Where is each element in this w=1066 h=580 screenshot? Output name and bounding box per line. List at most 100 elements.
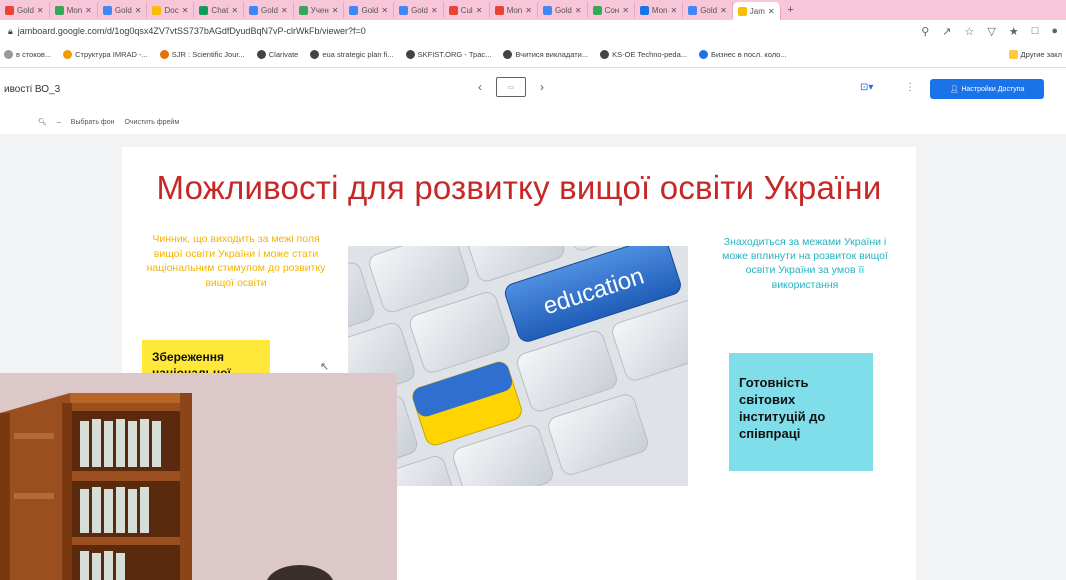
text-note-left[interactable]: Чинник, що виходить за межі поля вищої о…: [146, 232, 326, 291]
jamboard-favicon-icon: [737, 6, 747, 16]
tab-close-icon[interactable]: ✕: [768, 7, 775, 16]
next-frame-icon[interactable]: ›: [540, 80, 544, 94]
share-page-icon[interactable]: ↗: [942, 25, 951, 38]
jam-title[interactable]: ивості ВО_3: [4, 84, 60, 95]
bookmark-favicon-icon: [503, 50, 513, 59]
bookmark-favicon-icon: [699, 50, 709, 59]
browser-tab[interactable]: Сhat ✕: [194, 2, 245, 18]
tab-close-icon[interactable]: ✕: [231, 6, 238, 15]
person-icon: 👤︎: [949, 86, 959, 93]
keyboard-education-image[interactable]: education: [348, 246, 688, 486]
tab-close-icon[interactable]: ✕: [622, 6, 629, 15]
address-bar-actions: ⚲ ↗ ☆ ▽ ★ □ ●: [921, 25, 1058, 38]
tab-favicon-icon: [349, 5, 359, 15]
browser-tab[interactable]: Gold ✕: [0, 2, 50, 18]
tab-close-icon[interactable]: ✕: [85, 6, 92, 15]
clear-frame-button[interactable]: Очистить фрейм: [124, 119, 179, 126]
sidebar-icon[interactable]: □: [1032, 25, 1039, 38]
bookmark-item[interactable]: Структура IMRAD -...: [63, 50, 148, 59]
browser-tab[interactable]: Mon ✕: [635, 2, 684, 18]
bookmark-favicon-icon: [4, 50, 13, 59]
url-field[interactable]: 🔒︎ jamboard.google.com/d/1og0qsx4ZV7vtSS…: [8, 26, 921, 37]
tab-favicon-icon: [688, 5, 698, 15]
other-bookmarks-folder[interactable]: Другие закл: [1008, 50, 1062, 59]
browser-tab[interactable]: Cul ✕: [444, 2, 490, 18]
tab-label: Gold: [700, 5, 718, 15]
tab-close-icon[interactable]: ✕: [670, 6, 677, 15]
bookmark-item[interactable]: SJR : Scientific Jour...: [159, 50, 245, 59]
browser-tab[interactable]: Mon ✕: [490, 2, 538, 18]
tab-close-icon[interactable]: ✕: [135, 6, 142, 15]
tab-favicon-icon: [494, 5, 504, 15]
browser-tab[interactable]: Mon ✕: [50, 2, 98, 18]
profile-avatar-icon[interactable]: ●: [1051, 25, 1058, 38]
tab-favicon-icon: [199, 5, 209, 15]
share-button[interactable]: 👤︎ Настройки Доступа: [930, 79, 1044, 99]
bookmark-item[interactable]: Вчитися викладати...: [503, 50, 588, 59]
tab-close-icon[interactable]: ✕: [381, 6, 388, 15]
bookmark-label: Вчитися викладати...: [515, 50, 589, 59]
tab-favicon-icon: [448, 5, 458, 15]
bookmark-favicon-icon: [256, 50, 266, 59]
bookmark-favicon-icon: [310, 50, 320, 59]
bookmark-star-icon[interactable]: ☆: [964, 25, 974, 38]
bookmark-favicon-icon: [600, 50, 610, 59]
bookmark-item[interactable]: Clarivate: [256, 50, 298, 59]
zoom-minus-icon[interactable]: –: [57, 119, 61, 126]
browser-tab-strip: Gold ✕ Mon ✕ Gold ✕ Doc ✕ Сhat ✕ Gold ✕ Учен ✕ Gold ✕ Go…: [0, 0, 1066, 20]
tab-label: Mon: [651, 5, 668, 15]
tab-favicon-icon: [152, 5, 162, 15]
more-options-icon[interactable]: ⋮: [905, 82, 915, 93]
previous-frame-icon[interactable]: ‹: [478, 80, 482, 94]
tab-label: Gold: [411, 5, 428, 15]
browser-tab[interactable]: Doc ✕: [147, 2, 195, 18]
bookmark-label: в стоков...: [16, 50, 52, 59]
bookmark-item[interactable]: в стоков...: [4, 50, 51, 59]
browser-tab[interactable]: Сон ✕: [588, 2, 635, 18]
tab-close-icon[interactable]: ✕: [37, 6, 44, 15]
browser-tab[interactable]: Gold ✕: [683, 2, 733, 18]
frame-menu-button[interactable]: ⊡▾: [860, 82, 873, 93]
extensions-puzzle-icon[interactable]: ★: [1009, 25, 1019, 38]
tab-close-icon[interactable]: ✕: [720, 6, 727, 15]
tab-close-icon[interactable]: ✕: [476, 6, 483, 15]
folder-icon: [1008, 50, 1018, 59]
tab-favicon-icon: [249, 5, 259, 15]
frame-bar-button[interactable]: ▭: [496, 77, 526, 97]
bookmark-item[interactable]: eua strategic plan fi...: [310, 50, 394, 59]
bookmark-label: eua strategic plan fi...: [322, 50, 394, 59]
browser-tab[interactable]: Gold ✕: [394, 2, 444, 18]
sticky-note-cyan[interactable]: Готовність світових інституцій до співпр…: [729, 353, 873, 471]
browser-tab[interactable]: Gold ✕: [344, 2, 395, 18]
browser-tab[interactable]: Gold ✕: [98, 2, 148, 18]
new-tab-button[interactable]: +: [781, 4, 801, 16]
tab-close-icon[interactable]: ✕: [281, 6, 288, 15]
tab-close-icon[interactable]: ✕: [575, 6, 582, 15]
tab-close-icon[interactable]: ✕: [332, 6, 339, 15]
address-bar: 🔒︎ jamboard.google.com/d/1og0qsx4ZV7vtSS…: [0, 20, 1066, 42]
tab-favicon-icon: [5, 5, 14, 15]
bookmark-label: SKFIST.ORG - Трас...: [417, 50, 492, 59]
browser-tab[interactable]: Учен ✕: [294, 2, 345, 18]
tab-favicon-icon: [399, 5, 409, 15]
tab-close-icon[interactable]: ✕: [431, 6, 438, 15]
bookmark-item[interactable]: SKFIST.ORG - Трас...: [405, 50, 492, 59]
text-note-right[interactable]: Знаходиться за межами України і може впл…: [714, 235, 896, 292]
tab-close-icon[interactable]: ✕: [182, 6, 189, 15]
active-tab-label: Jam: [749, 6, 765, 16]
browser-tab-active[interactable]: Jam ✕: [732, 2, 781, 20]
set-background-button[interactable]: Выбрать фон: [71, 119, 115, 126]
tab-favicon-icon: [542, 5, 552, 15]
browser-tab[interactable]: Gold ✕: [244, 2, 294, 18]
extension-filter-icon[interactable]: ▽: [987, 25, 995, 38]
canvas-toolbar: 🔍︎ – Выбрать фон Очистить фрейм: [0, 110, 1066, 134]
bookmark-item[interactable]: KS-OE Techno-peda...: [600, 50, 687, 59]
webcam-video-overlay: [0, 373, 397, 580]
browser-tab[interactable]: Gold ✕: [538, 2, 588, 18]
bookmark-item[interactable]: Бизнес в посл. коло...: [699, 50, 787, 59]
bookmark-label: SJR : Scientific Jour...: [171, 50, 245, 59]
zoom-icon[interactable]: ⚲: [921, 25, 929, 38]
frame-thumb-icon: ▭: [508, 84, 514, 91]
zoom-in-icon[interactable]: 🔍︎: [38, 118, 47, 126]
tab-close-icon[interactable]: ✕: [525, 6, 532, 15]
